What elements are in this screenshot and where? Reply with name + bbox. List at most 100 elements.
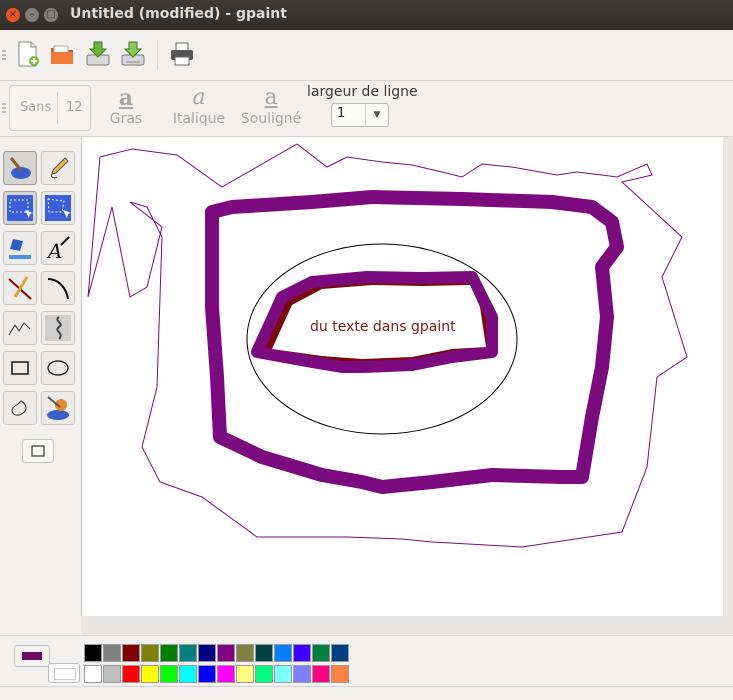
background-swatch	[54, 668, 76, 680]
polyline-tool-icon	[8, 322, 31, 336]
bold-icon: a	[118, 85, 134, 111]
palette-swatch[interactable]	[160, 665, 178, 683]
palette-swatch[interactable]	[198, 665, 216, 683]
palette-swatch[interactable]	[160, 644, 178, 662]
line-tool-icon	[8, 276, 32, 300]
palette-swatch[interactable]	[255, 665, 273, 683]
drawing-layer	[87, 143, 688, 548]
text-tool[interactable]: A	[41, 231, 75, 265]
paint-bucket-tool[interactable]	[41, 391, 75, 425]
palette-swatch[interactable]	[312, 644, 330, 662]
closed-freehand-tool[interactable]	[3, 391, 37, 425]
foreground-color-button[interactable]	[14, 645, 50, 667]
status-bar	[0, 686, 733, 700]
chevron-down-icon[interactable]: ▼	[365, 104, 388, 126]
close-window-button[interactable]: ×	[6, 8, 20, 22]
polyline-tool[interactable]	[3, 311, 37, 345]
text-tool-icon: A	[46, 236, 70, 261]
paint-brush-icon	[9, 157, 31, 179]
palette-swatch[interactable]	[122, 665, 140, 683]
italic-icon: a	[192, 85, 206, 110]
palette-swatch[interactable]	[217, 665, 235, 683]
palette-swatch[interactable]	[293, 665, 311, 683]
save-download-icon	[86, 41, 110, 66]
line-tool[interactable]	[3, 271, 37, 305]
palette-swatch[interactable]	[312, 665, 330, 683]
paint-brush-tool[interactable]	[3, 151, 37, 185]
save-as-button[interactable]	[120, 40, 146, 68]
curve-tool[interactable]	[41, 271, 75, 305]
palette-swatch[interactable]	[122, 644, 140, 662]
background-color-button[interactable]	[48, 663, 80, 683]
palette-swatch[interactable]	[103, 644, 121, 662]
paint-bucket-icon	[47, 396, 69, 420]
font-separator	[57, 92, 58, 124]
open-file-button[interactable]	[49, 40, 75, 68]
palette-swatch[interactable]	[236, 665, 254, 683]
text-toolbar: Sans 12 a Gras a Italique a Souligné lar…	[0, 81, 733, 137]
bold-button[interactable]: a Gras	[91, 85, 161, 133]
fill-mode-button[interactable]	[22, 439, 54, 463]
minimize-window-button[interactable]: –	[25, 8, 39, 22]
palette-swatch[interactable]	[141, 644, 159, 662]
rectangle-tool[interactable]	[3, 351, 37, 385]
new-file-button[interactable]	[15, 40, 41, 68]
title-bar: × – □ Untitled (modified) - gpaint	[0, 0, 733, 30]
palette-swatch[interactable]	[274, 665, 292, 683]
palette-swatch[interactable]	[217, 644, 235, 662]
palette-swatch[interactable]	[274, 644, 292, 662]
palette-swatch[interactable]	[293, 644, 311, 662]
palette-swatch[interactable]	[141, 665, 159, 683]
line-width-label: largeur de ligne	[307, 84, 418, 100]
toolbar-grip[interactable]	[2, 103, 6, 113]
lasso-select-icon	[7, 195, 33, 221]
palette-swatch[interactable]	[84, 644, 102, 662]
palette-swatch[interactable]	[84, 665, 102, 683]
palette-swatch[interactable]	[179, 665, 197, 683]
pencil-icon	[51, 157, 69, 179]
italic-label: Italique	[172, 111, 226, 127]
closed-freehand-icon	[11, 400, 27, 416]
italic-button[interactable]: a Italique	[164, 85, 234, 133]
palette-swatch[interactable]	[198, 644, 216, 662]
ellipse-tool[interactable]	[41, 351, 75, 385]
palette-swatch[interactable]	[331, 665, 349, 683]
folder-open-icon	[51, 45, 73, 64]
palette-swatch[interactable]	[179, 644, 197, 662]
underline-icon: a	[264, 85, 278, 110]
bold-label: Gras	[109, 111, 143, 127]
toolbar-grip[interactable]	[2, 50, 6, 60]
save-button[interactable]	[85, 40, 111, 68]
window-title: Untitled (modified) - gpaint	[70, 6, 287, 22]
maximize-window-button[interactable]: □	[44, 8, 58, 22]
palette-swatch[interactable]	[236, 644, 254, 662]
rect-select-tool[interactable]	[41, 191, 75, 225]
palette-swatch[interactable]	[103, 665, 121, 683]
ellipse-tool-icon	[47, 360, 69, 376]
save-as-icon	[121, 41, 145, 66]
foreground-swatch	[22, 652, 42, 660]
lasso-select-tool[interactable]	[3, 191, 37, 225]
toolbox: A	[0, 137, 80, 634]
freehand-tool[interactable]	[41, 311, 75, 345]
pencil-tool[interactable]	[41, 151, 75, 185]
curve-tool-icon	[47, 278, 69, 300]
palette-swatch[interactable]	[255, 644, 273, 662]
eraser-icon	[9, 239, 31, 259]
eraser-tool[interactable]	[3, 231, 37, 265]
rect-select-icon	[45, 195, 71, 221]
underline-button[interactable]: a Souligné	[236, 85, 306, 133]
svg-text:A: A	[46, 239, 62, 261]
canvas-text: du texte dans gpaint	[310, 319, 456, 335]
new-document-icon	[18, 41, 39, 67]
print-button[interactable]	[169, 40, 195, 68]
main-toolbar	[0, 30, 733, 81]
canvas-area: du texte dans gpaint	[81, 137, 733, 634]
toolbar-separator	[157, 40, 158, 70]
font-chooser-button[interactable]: Sans 12	[9, 85, 91, 131]
font-size: 12	[66, 100, 83, 115]
line-width-select[interactable]: 1 ▼	[331, 103, 389, 127]
drawing-canvas[interactable]: du texte dans gpaint	[81, 137, 723, 616]
palette-swatch[interactable]	[331, 644, 349, 662]
line-width-value: 1	[337, 106, 346, 121]
